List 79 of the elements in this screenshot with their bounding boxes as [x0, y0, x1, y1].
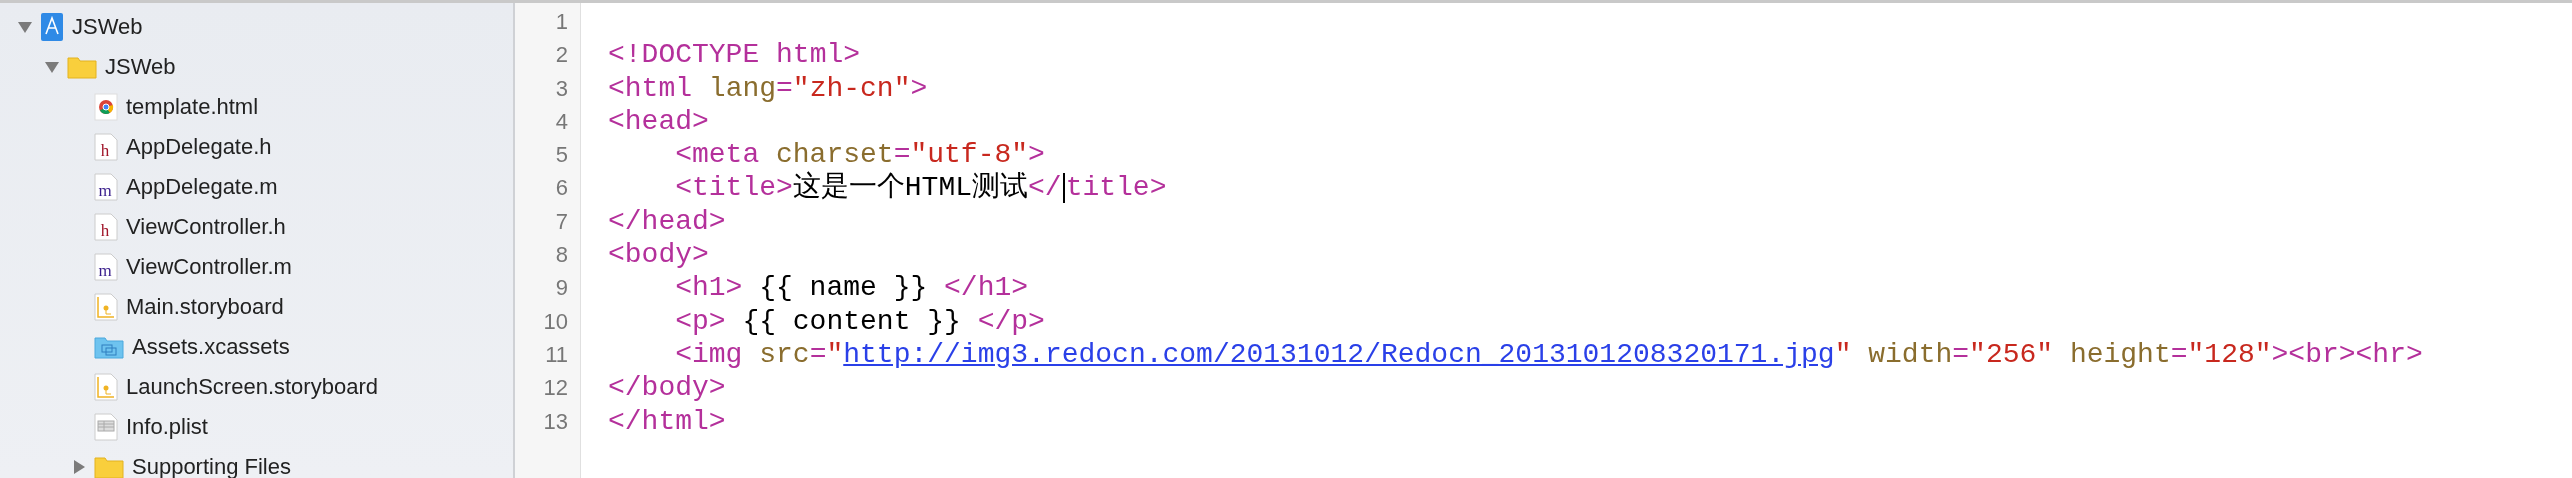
line-number: 7	[554, 207, 568, 236]
code-token: <meta	[675, 139, 761, 171]
code-token: src	[759, 338, 810, 370]
folder-icon	[67, 55, 97, 79]
browser-logo-icon	[94, 93, 118, 121]
line-number: 8	[554, 241, 568, 270]
code-token: </h1>	[944, 272, 1029, 304]
line-number: 2	[554, 41, 568, 70]
file-name[interactable]: LaunchScreen.storyboard	[126, 374, 378, 400]
code-token: <p>	[675, 305, 726, 337]
code-token: {{ name }}	[758, 272, 929, 304]
code-token: <html	[608, 72, 693, 104]
code-token: =	[2170, 338, 2188, 370]
code-token: =	[809, 338, 827, 370]
code-token: "	[826, 338, 844, 370]
code-token: <h1>	[675, 272, 743, 304]
disclosure-triangle-right-icon[interactable]	[72, 460, 86, 474]
file-name[interactable]: Info.plist	[126, 414, 208, 440]
file-name[interactable]: JSWeb	[105, 54, 176, 80]
code-link[interactable]: http://img3.redocn.com/20131012/Redocn_2013101208320171.jpg	[843, 338, 1835, 370]
code-token: </body>	[608, 372, 726, 404]
code-token: <!DOCTYPE html>	[608, 39, 861, 71]
code-token: =	[1952, 338, 1970, 370]
code-token: >	[1028, 139, 1045, 171]
code-token: {{ content }}	[741, 305, 962, 337]
code-token: =	[893, 139, 911, 171]
line-number: 3	[554, 74, 568, 103]
code-token: "	[1834, 338, 1852, 370]
code-token: "zh-cn"	[792, 72, 911, 104]
line-number: 1	[554, 8, 568, 36]
code-token: "utf-8"	[910, 139, 1029, 171]
code-token: <title>	[675, 172, 793, 204]
code-token: </head>	[608, 205, 726, 237]
property-list-file-icon	[94, 413, 118, 441]
code-token: </	[1028, 172, 1062, 204]
disclosure-triangle-down-icon[interactable]	[45, 60, 59, 74]
line-number: 4	[554, 107, 568, 136]
file-name[interactable]: AppDelegate.m	[126, 174, 278, 200]
line-number: 13	[542, 407, 568, 436]
code-token: height	[2068, 338, 2171, 370]
code-token: <head>	[608, 105, 709, 137]
file-name[interactable]: Supporting Files	[132, 454, 291, 478]
file-name[interactable]: template.html	[126, 94, 259, 120]
folder-icon	[94, 455, 124, 478]
line-number: 9	[554, 274, 568, 303]
file-name[interactable]: ViewController.h	[126, 214, 286, 240]
asset-folder-icon	[94, 335, 124, 359]
source-file-icon: m	[94, 173, 118, 201]
storyboard-file-icon	[94, 293, 118, 321]
header-file-icon: h	[94, 133, 118, 161]
code-token: width	[1867, 338, 1953, 370]
code-token: =	[776, 72, 793, 104]
line-number: 5	[554, 141, 568, 170]
code-token: >	[910, 72, 928, 104]
storyboard-file-icon	[94, 373, 118, 401]
line-number: 12	[542, 374, 568, 403]
file-name[interactable]: Assets.xcassets	[132, 334, 290, 360]
code-token: </html>	[608, 405, 726, 437]
code-token: <body>	[608, 239, 709, 271]
line-number: 11	[544, 340, 568, 369]
file-name[interactable]: AppDelegate.h	[126, 134, 272, 160]
code-token: ><br><hr>	[2271, 338, 2423, 370]
code-token: "256"	[1969, 338, 2054, 370]
code-token: <img	[675, 338, 744, 370]
file-name[interactable]: Main.storyboard	[126, 294, 284, 320]
source-file-icon: m	[94, 253, 118, 281]
line-number: 10	[542, 307, 568, 336]
line-number: 6	[554, 174, 568, 203]
code-token: charset	[776, 139, 894, 171]
project-icon	[40, 12, 64, 42]
file-name[interactable]: ViewController.m	[126, 254, 292, 280]
code-token: 这是一个HTML测试	[792, 172, 1029, 204]
code-token: </p>	[977, 305, 1045, 337]
header-file-icon: h	[94, 213, 118, 241]
code-token: lang	[708, 72, 777, 104]
code-token: "128"	[2187, 338, 2272, 370]
code-token: title>	[1065, 172, 1167, 204]
disclosure-triangle-down-icon[interactable]	[18, 20, 32, 34]
file-name[interactable]: JSWeb	[72, 14, 143, 40]
